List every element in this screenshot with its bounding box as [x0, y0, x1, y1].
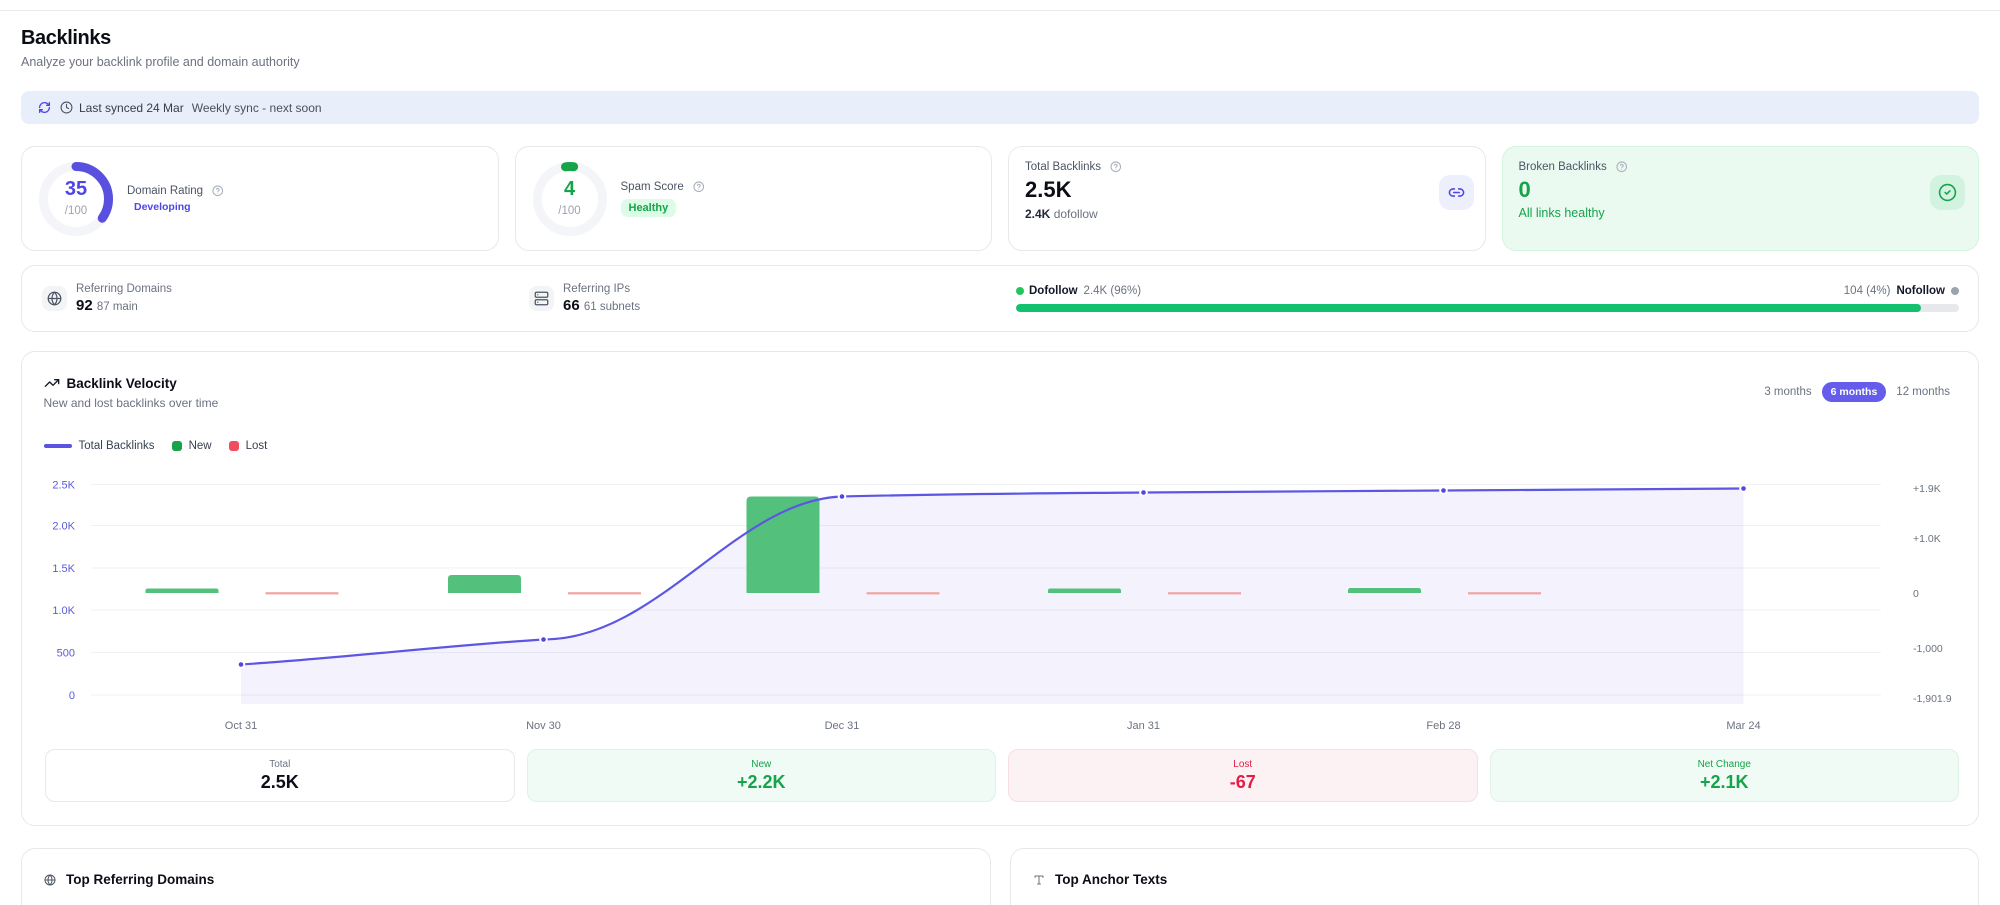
svg-text:500: 500 [57, 648, 75, 660]
svg-text:0: 0 [69, 690, 75, 702]
svg-text:+1.9K: +1.9K [1913, 483, 1941, 495]
svg-text:+1.0K: +1.0K [1913, 533, 1941, 545]
svg-text:0: 0 [1913, 588, 1919, 600]
svg-text:2.5K: 2.5K [52, 480, 75, 492]
svg-text:-1,901.9: -1,901.9 [1913, 693, 1952, 705]
svg-text:Jan 31: Jan 31 [1127, 720, 1160, 732]
svg-text:Dec 31: Dec 31 [825, 720, 860, 732]
svg-text:Nov 30: Nov 30 [526, 720, 561, 732]
svg-text:Mar 24: Mar 24 [1726, 720, 1760, 732]
svg-text:-1,000: -1,000 [1913, 643, 1943, 655]
svg-text:2.0K: 2.0K [52, 521, 75, 533]
svg-text:Feb 28: Feb 28 [1426, 720, 1460, 732]
svg-text:Oct 31: Oct 31 [225, 720, 257, 732]
svg-text:1.5K: 1.5K [52, 563, 75, 575]
svg-text:1.0K: 1.0K [52, 605, 75, 617]
